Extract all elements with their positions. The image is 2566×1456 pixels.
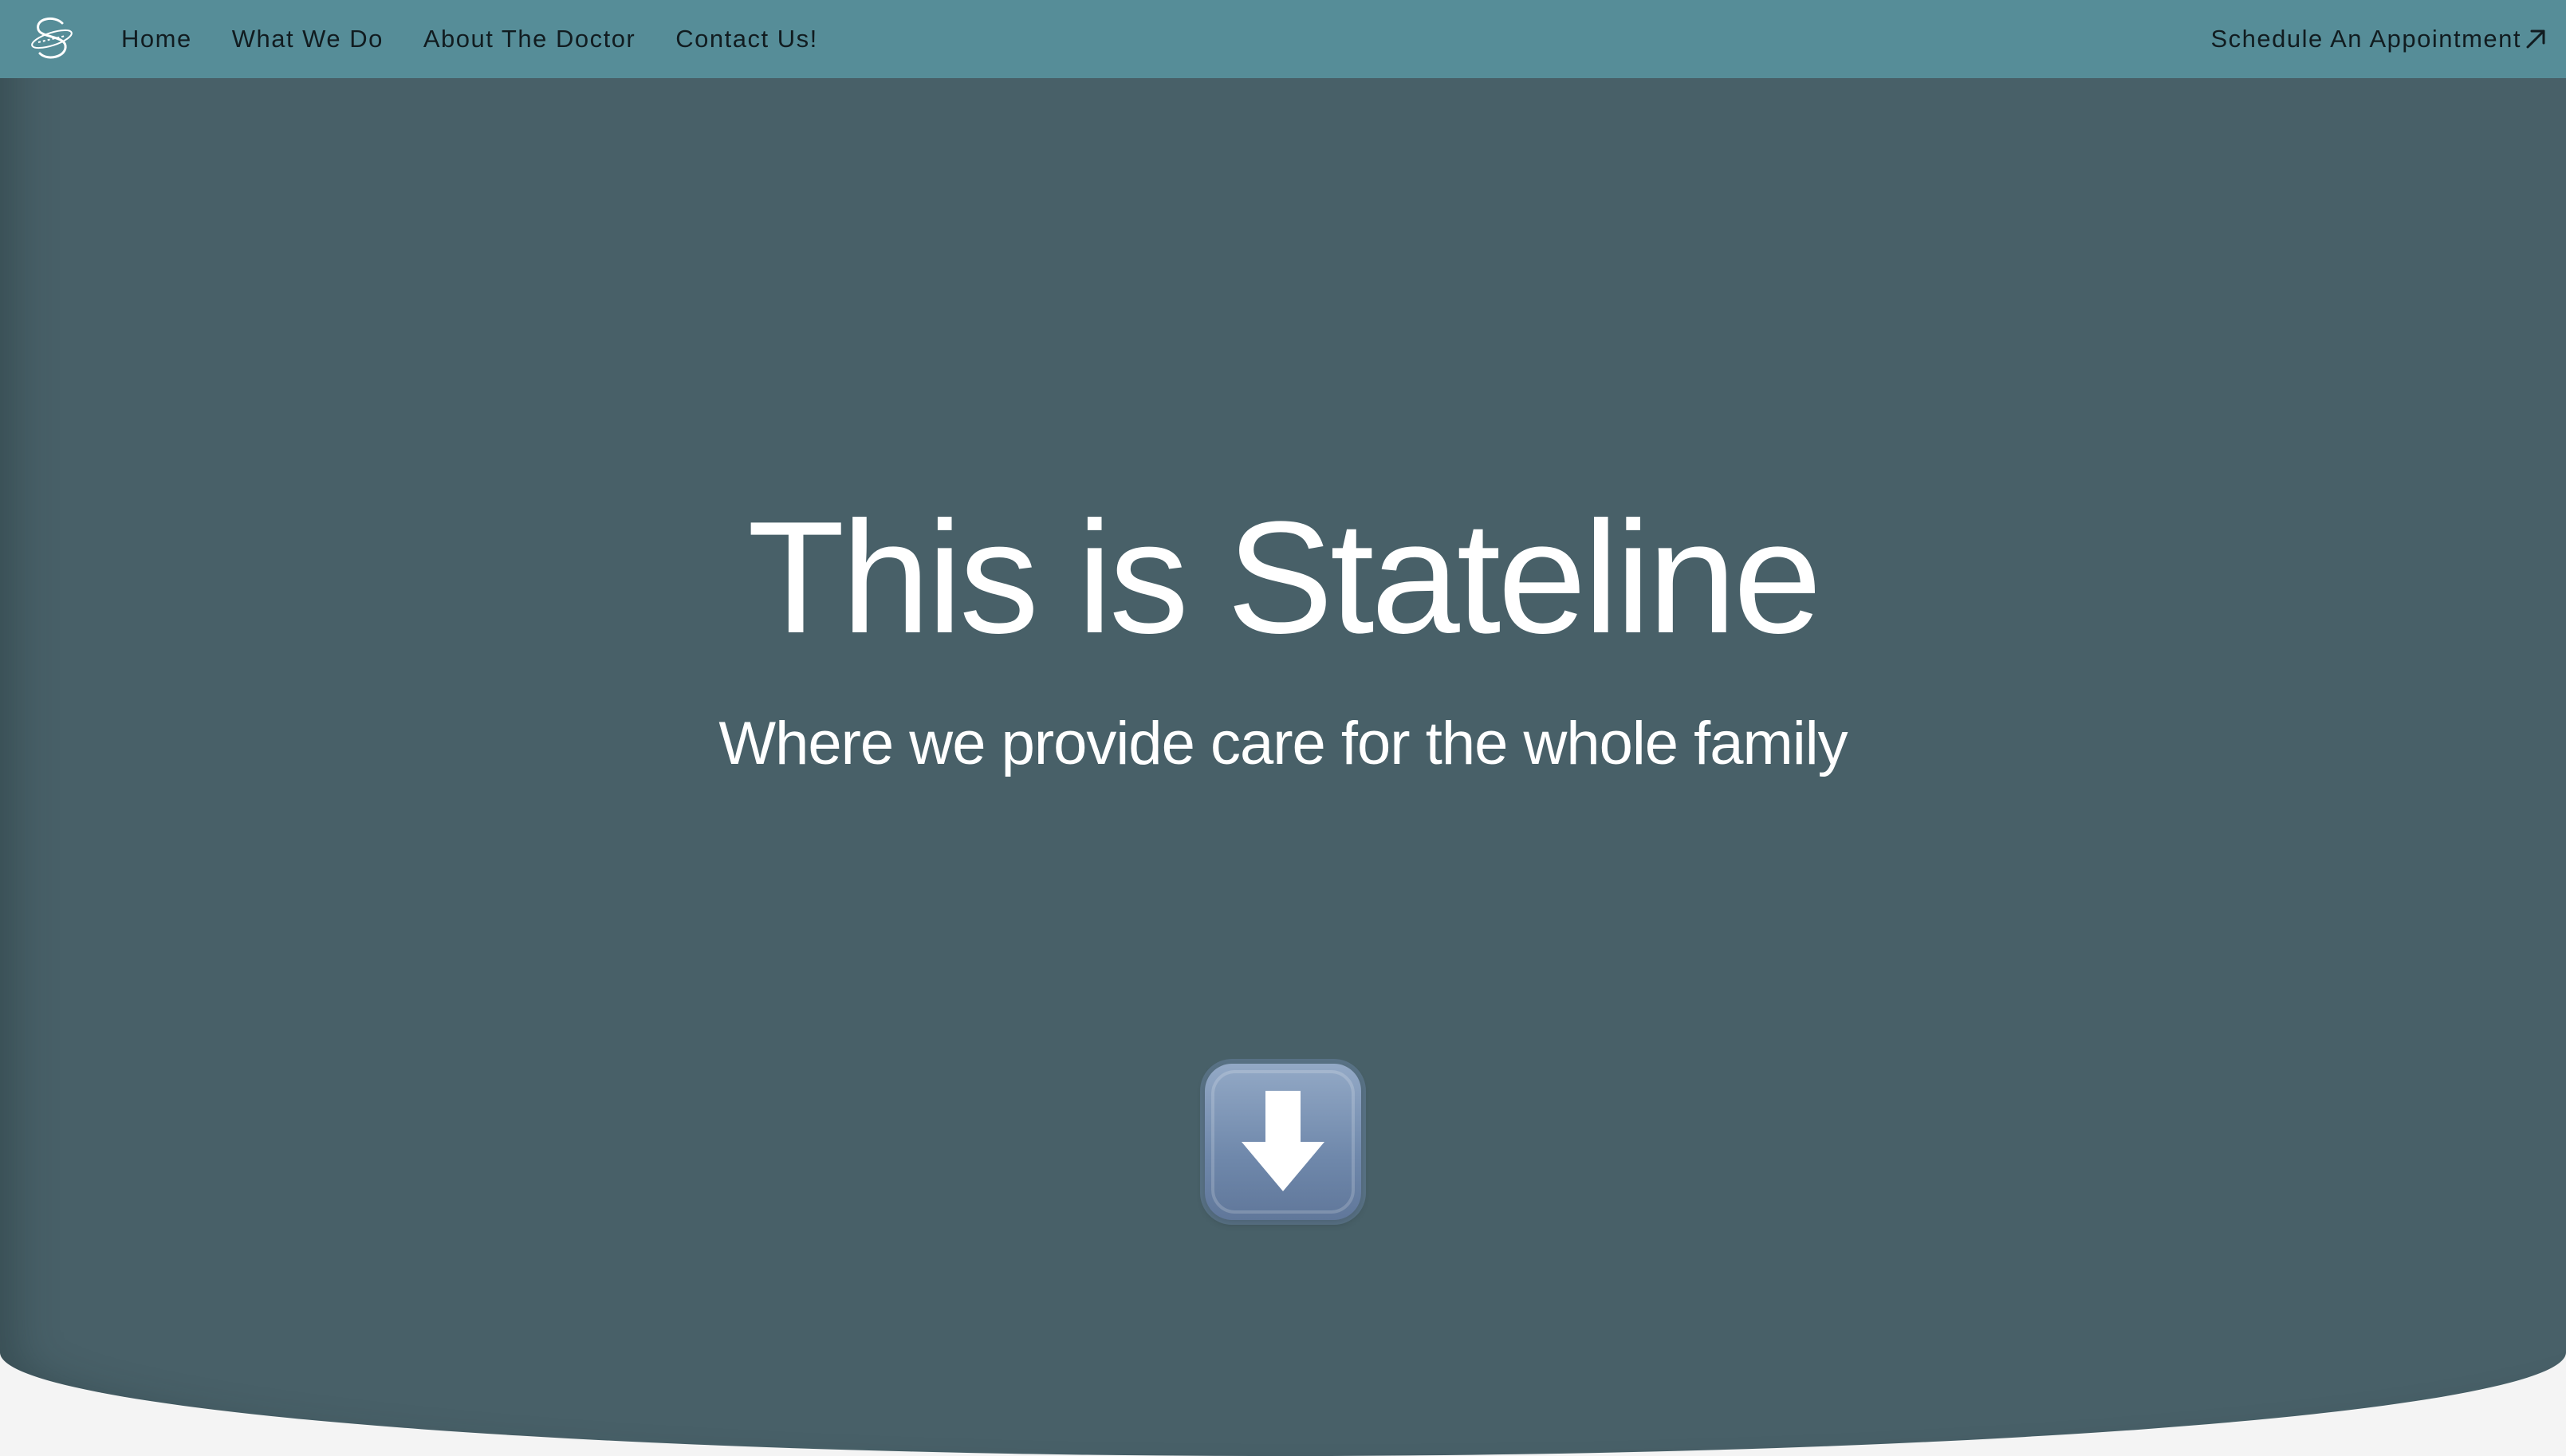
nav-item-what-we-do[interactable]: What We Do (232, 25, 384, 53)
schedule-appointment-link[interactable]: Schedule An Appointment (2210, 0, 2547, 78)
top-navigation-bar: Home What We Do About The Doctor Contact… (0, 0, 2566, 78)
hero-subtitle: Where we provide care for the whole fami… (718, 710, 1848, 777)
nav-item-contact-us[interactable]: Contact Us! (675, 25, 817, 53)
nav-item-home[interactable]: Home (121, 25, 192, 53)
hero-title: This is Stateline (747, 489, 1822, 667)
down-arrow-icon (1211, 1070, 1355, 1214)
arrow-up-right-icon (2525, 28, 2547, 50)
stateline-logo-icon[interactable] (27, 14, 77, 63)
main-navigation: Home What We Do About The Doctor Contact… (121, 0, 858, 78)
nav-item-about-the-doctor[interactable]: About The Doctor (423, 25, 636, 53)
schedule-appointment-label: Schedule An Appointment (2210, 25, 2521, 53)
page: This is Stateline Where we provide care … (0, 0, 2566, 1456)
hero-section: This is Stateline Where we provide care … (0, 0, 2566, 1456)
scroll-down-button[interactable] (1205, 1064, 1361, 1220)
